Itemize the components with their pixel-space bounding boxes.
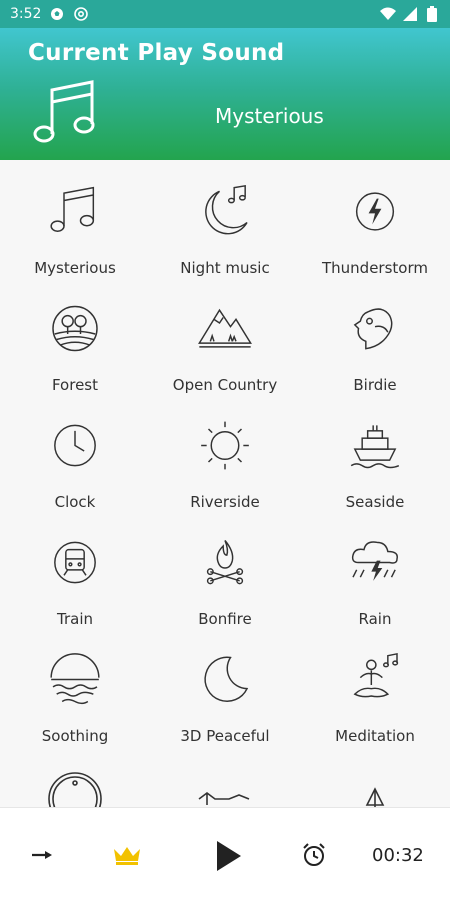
soccer-ball-icon: [49, 6, 65, 22]
now-playing-header: Current Play Sound Mysterious: [0, 28, 450, 160]
sound-item-open-country[interactable]: Open Country: [150, 277, 300, 394]
target-icon: [48, 772, 102, 807]
sound-item-mysterious[interactable]: Mysterious: [0, 160, 150, 277]
train-icon: [54, 541, 96, 584]
sound-label: Mysterious: [34, 259, 116, 277]
sound-label: Bonfire: [198, 610, 252, 628]
sound-item-soothing[interactable]: Soothing: [0, 628, 150, 745]
sound-item-partial[interactable]: [0, 745, 150, 807]
sun-icon: [201, 421, 249, 470]
lightning-icon: [355, 192, 395, 231]
sound-item-riverside[interactable]: Riverside: [150, 394, 300, 511]
bonfire-icon: [206, 540, 244, 585]
sound-label: Seaside: [345, 493, 405, 511]
sound-label: Riverside: [190, 493, 260, 511]
wifi-icon: [380, 6, 396, 22]
alarm-clock-icon[interactable]: [298, 840, 330, 870]
animal-icon: [198, 792, 250, 805]
mountain-icon: [198, 308, 252, 348]
sound-label: Rain: [358, 610, 392, 628]
sound-item-night-music[interactable]: Night music: [150, 160, 300, 277]
sailboat-icon: [365, 787, 385, 807]
sunset-waves-icon: [50, 653, 100, 705]
play-icon[interactable]: [208, 836, 248, 876]
sound-item-forest[interactable]: Forest: [0, 277, 150, 394]
arrow-right-icon[interactable]: [28, 842, 56, 868]
sound-item-clock[interactable]: Clock: [0, 394, 150, 511]
status-time: 3:52: [10, 6, 42, 22]
ship-icon: [350, 425, 400, 469]
sound-label: Thunderstorm: [322, 259, 428, 277]
current-sound-name: Mysterious: [215, 104, 324, 128]
at-sign-icon: [73, 6, 89, 22]
clock-icon: [54, 424, 96, 467]
crown-icon[interactable]: [110, 842, 144, 868]
crescent-moon-icon: [204, 656, 249, 702]
player-bar: 00:32: [0, 807, 450, 900]
sound-item-partial[interactable]: [300, 745, 450, 807]
sound-label: Clock: [54, 493, 96, 511]
music-note-icon: [50, 186, 95, 232]
sound-label: Night music: [180, 259, 270, 277]
sound-item-seaside[interactable]: Seaside: [300, 394, 450, 511]
page-title: Current Play Sound: [28, 40, 285, 66]
moon-note-icon: [205, 184, 248, 235]
playback-timer: 00:32: [372, 845, 424, 866]
sound-item-partial[interactable]: [150, 745, 300, 807]
sound-item-meditation[interactable]: Meditation: [300, 628, 450, 745]
sound-item-birdie[interactable]: Birdie: [300, 277, 450, 394]
sound-label: Open Country: [172, 376, 278, 394]
sound-item-train[interactable]: Train: [0, 511, 150, 628]
sound-item-rain[interactable]: Rain: [300, 511, 450, 628]
battery-icon: [424, 6, 440, 22]
sound-item-thunderstorm[interactable]: Thunderstorm: [300, 160, 450, 277]
sound-item-bonfire[interactable]: Bonfire: [150, 511, 300, 628]
sound-label: Forest: [51, 376, 99, 394]
signal-icon: [402, 6, 418, 22]
music-note-icon: [30, 78, 100, 148]
sound-item-3d-peaceful[interactable]: 3D Peaceful: [150, 628, 300, 745]
sound-label: Soothing: [41, 727, 109, 745]
sound-label: Train: [57, 610, 93, 628]
sound-grid: Mysterious Night music Thunderstorm Fore…: [0, 160, 450, 807]
meditation-icon: [353, 652, 399, 698]
sound-label: 3D Peaceful: [180, 727, 270, 745]
sound-label: Meditation: [335, 727, 415, 745]
bird-icon: [353, 308, 393, 350]
status-bar: 3:52: [0, 0, 450, 28]
sound-label: Birdie: [353, 376, 397, 394]
rain-cloud-icon: [351, 541, 398, 581]
forest-icon: [52, 305, 98, 352]
